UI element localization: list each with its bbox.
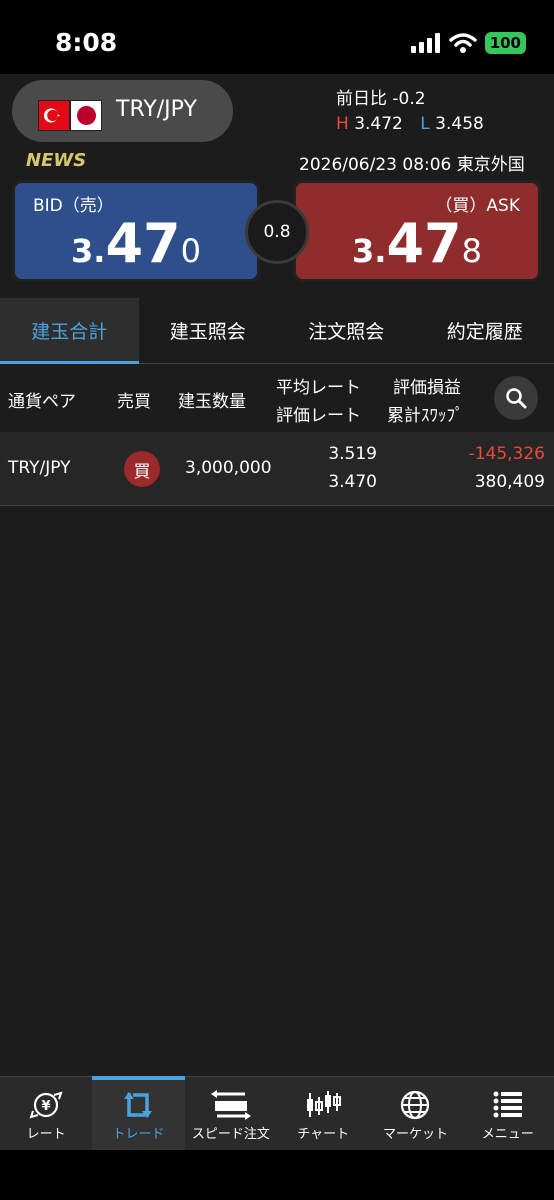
day-change: 前日比 -0.2 (336, 84, 426, 109)
rate-timestamp: 2026/06/23 08:06 東京外国 (299, 155, 525, 175)
home-indicator-area (0, 1150, 554, 1200)
day-change-value: -0.2 (392, 89, 426, 109)
globe-icon (401, 1090, 430, 1120)
header-swap: 累計ｽﾜｯﾌﾟ (387, 406, 464, 426)
rate-icon: ¥ (29, 1091, 63, 1119)
svg-text:¥: ¥ (42, 1099, 51, 1114)
row-quantity: 3,000,000 (185, 458, 272, 478)
high-value: 3.472 (354, 114, 403, 134)
header-pnl: 評価損益 (393, 378, 461, 398)
status-time: 8:08 (55, 28, 118, 57)
low-value: 3.458 (435, 114, 484, 134)
high-low: H 3.472 L 3.458 (336, 114, 484, 134)
nav-label-speed-order: スピード注文 (191, 1127, 270, 1142)
nav-market[interactable]: マーケット (369, 1077, 461, 1150)
wifi-icon (448, 33, 477, 53)
bid-price-tail: 0 (180, 232, 201, 270)
news-link[interactable]: NEWS (26, 150, 86, 171)
row-swap: 380,409 (474, 472, 545, 492)
currency-pair-selector[interactable]: TRY/JPY (12, 80, 233, 142)
ask-button[interactable]: （買）ASK 3.478 (293, 180, 541, 282)
status-bar: 8:08 100 (0, 0, 554, 74)
currency-pair-name: TRY/JPY (116, 97, 197, 122)
search-button[interactable] (494, 376, 538, 420)
tab-position-total[interactable]: 建玉合計 (0, 298, 139, 364)
nav-label-rate: レート (26, 1127, 66, 1142)
table-header: 通貨ペア 売買 建玉数量 平均レート 評価レート 評価損益 累計ｽﾜｯﾌﾟ (0, 365, 554, 431)
rate-header: TRY/JPY 前日比 -0.2 H 3.472 L 3.458 NEWS 20… (0, 74, 554, 298)
trade-icon (124, 1092, 153, 1118)
header-quantity: 建玉数量 (178, 392, 246, 412)
bid-price-head: 3. (71, 232, 106, 270)
menu-icon (493, 1091, 522, 1118)
turkey-flag-icon (38, 100, 70, 131)
row-pair: TRY/JPY (8, 458, 71, 478)
search-icon (506, 388, 527, 409)
bid-price-big: 47 (105, 212, 181, 275)
nav-label-chart: チャート (297, 1127, 350, 1142)
ask-price-tail: 8 (461, 232, 482, 270)
nav-label-menu: メニュー (481, 1127, 534, 1142)
bid-button[interactable]: BID（売） 3.470 (12, 180, 260, 282)
nav-trade[interactable]: トレード (92, 1076, 185, 1150)
bottom-nav: ¥ レート トレード スピード注文 チャート マーケット メニュー (0, 1076, 554, 1150)
signal-icon (410, 33, 440, 53)
low-label: L (420, 114, 430, 134)
nav-chart[interactable]: チャート (277, 1077, 369, 1150)
table-row[interactable]: TRY/JPY 買 3,000,000 3.519 3.470 -145,326… (0, 432, 554, 506)
header-side: 売買 (117, 392, 151, 412)
trade-tabs: 建玉合計 建玉照会 注文照会 約定履歴 (0, 298, 554, 364)
nav-speed-order[interactable]: スピード注文 (185, 1077, 277, 1150)
header-pair: 通貨ペア (8, 392, 76, 412)
spread-badge: 0.8 (245, 200, 309, 264)
chart-icon (307, 1091, 342, 1117)
tab-position-inquiry[interactable]: 建玉照会 (139, 298, 278, 363)
header-avg-rate: 平均レート (276, 378, 361, 398)
japan-flag-icon (70, 100, 102, 131)
tab-execution-history[interactable]: 約定履歴 (416, 298, 554, 363)
tab-order-inquiry[interactable]: 注文照会 (277, 298, 416, 363)
nav-label-trade: トレード (112, 1127, 165, 1142)
ask-price-head: 3. (352, 232, 387, 270)
speed-order-icon (210, 1090, 251, 1120)
day-change-label: 前日比 (336, 89, 387, 109)
nav-rate[interactable]: ¥ レート (0, 1077, 92, 1150)
row-avg-rate: 3.519 (328, 444, 377, 464)
nav-label-market: マーケット (382, 1127, 448, 1142)
header-eval-rate: 評価レート (276, 406, 361, 426)
battery-indicator: 100 (484, 32, 526, 54)
ask-price: 3.478 (296, 212, 538, 275)
buy-side-badge: 買 (124, 451, 160, 487)
nav-menu[interactable]: メニュー (462, 1077, 554, 1150)
high-label: H (336, 114, 349, 134)
status-icons: 100 (410, 32, 526, 54)
ask-price-big: 47 (386, 212, 462, 275)
row-pnl: -145,326 (468, 444, 545, 464)
row-eval-rate: 3.470 (328, 472, 377, 492)
bid-price: 3.470 (15, 212, 257, 275)
